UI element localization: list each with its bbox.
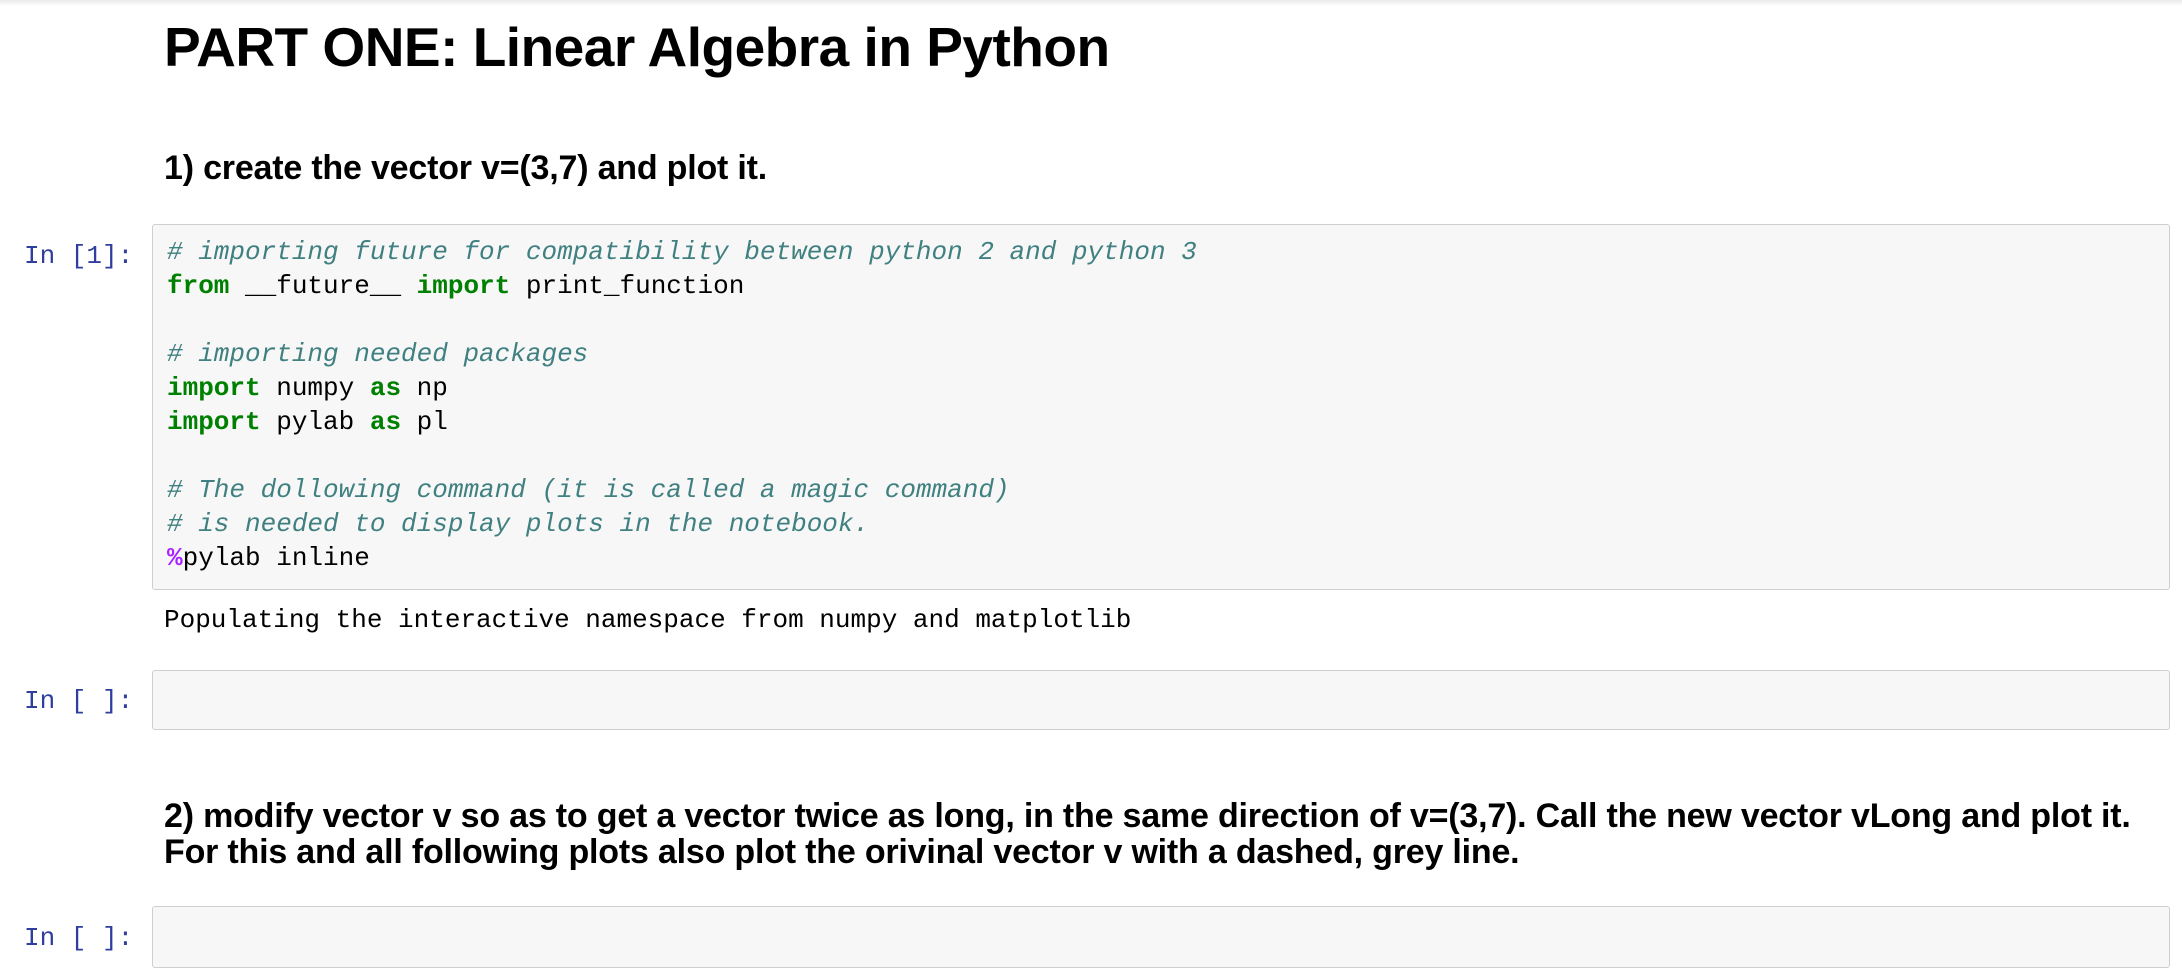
question-1-heading: 1) create the vector v=(3,7) and plot it… xyxy=(164,149,768,187)
cell-2-code-editor[interactable] xyxy=(152,670,2170,730)
code-text: np xyxy=(401,373,448,403)
code-keyword: as xyxy=(369,407,402,437)
cell-3-prompt: In [ ]: xyxy=(24,923,134,953)
cell-1-output: Populating the interactive namespace fro… xyxy=(164,605,1132,635)
code-comment: # importing future for compatibility bet… xyxy=(167,237,1197,267)
code-keyword: as xyxy=(369,373,402,403)
code-text: pylab inline xyxy=(182,543,370,573)
cell-1-code: # importing future for compatibility bet… xyxy=(167,235,1197,575)
cell-3-code-editor[interactable] xyxy=(152,906,2170,968)
code-text: numpy xyxy=(260,373,370,403)
cell-1-code-editor[interactable]: # importing future for compatibility bet… xyxy=(152,224,2170,590)
code-comment: # importing needed packages xyxy=(167,339,589,369)
code-keyword: import xyxy=(416,271,511,301)
code-comment: # The dollowing command (it is called a … xyxy=(167,475,1010,505)
code-keyword: import xyxy=(167,407,261,437)
notebook-top-shadow xyxy=(0,0,2182,6)
cell-1-prompt: In [1]: xyxy=(24,241,134,271)
code-text: pl xyxy=(401,407,448,437)
code-keyword: from xyxy=(167,271,230,301)
question-2-heading: 2) modify vector v so as to get a vector… xyxy=(164,797,2131,871)
cell-2-prompt: In [ ]: xyxy=(24,686,134,716)
code-text: print_function xyxy=(510,271,745,301)
code-keyword: import xyxy=(167,373,261,403)
page-title: PART ONE: Linear Algebra in Python xyxy=(164,16,1110,78)
code-text: __future__ xyxy=(229,271,417,301)
code-comment: # is needed to display plots in the note… xyxy=(167,509,870,539)
code-text: pylab xyxy=(260,407,370,437)
code-magic-symbol: % xyxy=(167,543,183,573)
